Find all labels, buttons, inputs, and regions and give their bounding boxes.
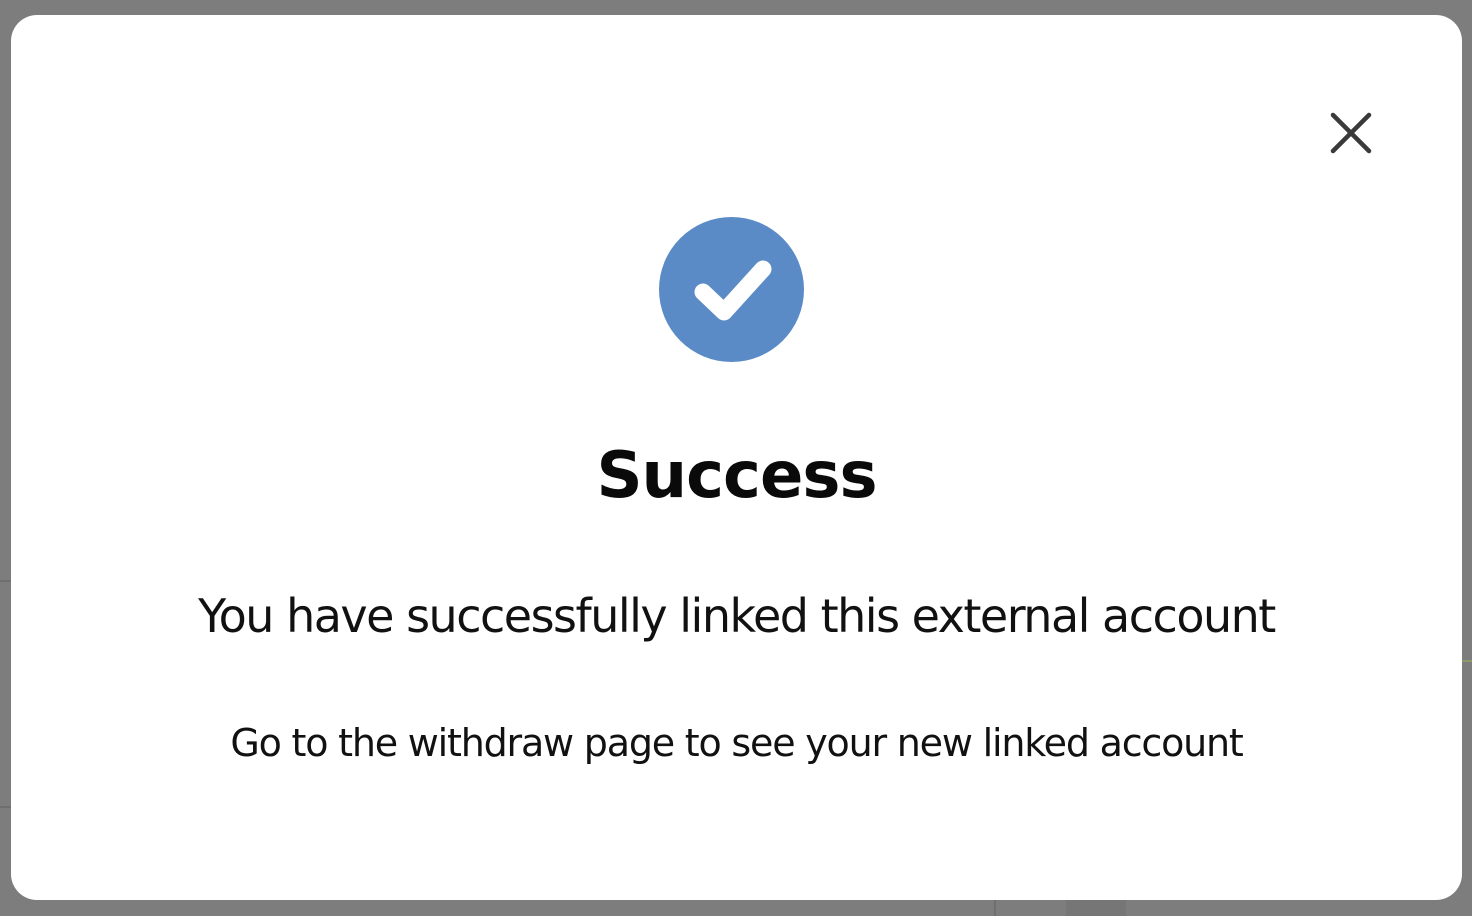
withdraw-hint-message: Go to the withdraw page to see your new … [230,721,1243,765]
success-modal: Success You have successfully linked thi… [11,15,1462,900]
success-message: You have successfully linked this extern… [198,589,1276,643]
background-divider [0,806,11,808]
background-divider [0,580,11,582]
check-circle-icon [659,217,804,362]
background-divider [1462,660,1472,662]
close-icon [1330,112,1372,154]
close-button[interactable] [1323,105,1379,161]
background-divider [994,900,996,916]
background-divider [1066,900,1126,916]
modal-title: Success [596,439,877,513]
